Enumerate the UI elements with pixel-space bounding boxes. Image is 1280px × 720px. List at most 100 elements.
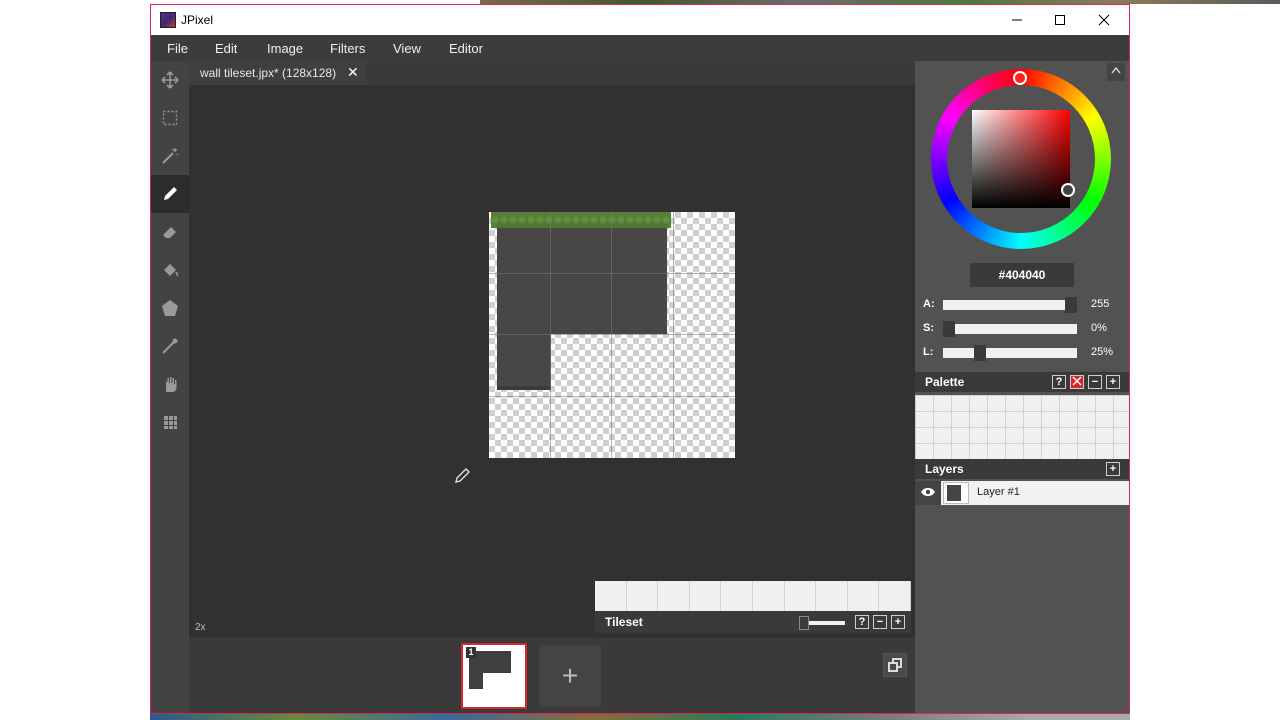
- tile-slot[interactable]: [721, 581, 753, 611]
- alpha-value: 255: [1091, 298, 1110, 310]
- canvas-area[interactable]: 2x Tileset ? − +: [189, 85, 915, 638]
- pencil-icon: [164, 187, 177, 200]
- app-icon: [160, 12, 176, 28]
- saturation-slider[interactable]: [943, 324, 1077, 334]
- document-tab-label: wall tileset.jpx* (128x128): [200, 66, 337, 80]
- alpha-slider-knob[interactable]: [1065, 297, 1077, 313]
- bucket-fill-icon: [164, 264, 179, 277]
- palette-clear-button[interactable]: [1070, 375, 1084, 389]
- color-wheel[interactable]: [931, 69, 1111, 249]
- hex-color-field[interactable]: #404040: [970, 263, 1074, 287]
- menu-file[interactable]: File: [167, 41, 188, 56]
- alpha-label: A:: [923, 298, 935, 310]
- saturation-value-box[interactable]: [972, 110, 1070, 208]
- tileset-remove-button[interactable]: −: [873, 615, 887, 629]
- tile-gridline: [550, 212, 551, 458]
- move-tool[interactable]: [151, 61, 189, 99]
- close-window-button[interactable]: [1081, 5, 1127, 35]
- tileset-help-button[interactable]: ?: [855, 615, 869, 629]
- tileset-label: Tileset: [605, 615, 643, 629]
- pencil-tool[interactable]: [151, 175, 189, 213]
- clear-palette-icon: [1072, 376, 1082, 386]
- close-icon: [1098, 14, 1110, 26]
- saturation-value: 0%: [1091, 322, 1107, 334]
- tile-slot[interactable]: [847, 581, 880, 611]
- eraser-icon: [163, 227, 176, 238]
- menu-image[interactable]: Image: [267, 41, 303, 56]
- palette-header: Palette ? − +: [915, 372, 1129, 392]
- app-window: JPixel File Edit Image Filters View Edit…: [150, 4, 1130, 714]
- add-frame-button[interactable]: +: [539, 645, 601, 707]
- lightness-slider-knob[interactable]: [974, 345, 986, 361]
- eyedropper-tool[interactable]: [151, 327, 189, 365]
- magic-wand-icon: [162, 148, 179, 164]
- menu-filters[interactable]: Filters: [330, 41, 365, 56]
- minimize-button[interactable]: [994, 5, 1040, 35]
- tileset-panel: Tileset ? − +: [595, 581, 911, 633]
- layers-title: Layers: [925, 462, 964, 476]
- lightness-slider[interactable]: [943, 348, 1077, 358]
- image-canvas[interactable]: [489, 212, 735, 458]
- grid-tool[interactable]: [151, 403, 189, 441]
- pencil-cursor-icon: [453, 465, 473, 490]
- tile-slot[interactable]: [689, 581, 722, 611]
- saturation-slider-row: S: 0%: [923, 320, 1129, 338]
- close-tab-icon[interactable]: ✕: [347, 64, 359, 81]
- tile-slot[interactable]: [879, 581, 911, 611]
- palette-swatch-grid[interactable]: [915, 395, 1129, 459]
- tileset-size-slider-knob[interactable]: [799, 616, 809, 630]
- move-icon: [161, 71, 179, 89]
- palette-help-button[interactable]: ?: [1052, 375, 1066, 389]
- minimize-icon: [1012, 19, 1022, 21]
- layer-row[interactable]: Layer #1: [915, 481, 1129, 505]
- color-marker[interactable]: [1061, 183, 1075, 197]
- tile-gridline: [673, 212, 674, 458]
- toggle-frames-button[interactable]: [883, 653, 907, 677]
- menu-view[interactable]: View: [393, 41, 421, 56]
- tile-gridline: [489, 396, 735, 397]
- frame-thumbnail[interactable]: 1: [461, 643, 527, 709]
- saturation-slider-knob[interactable]: [943, 321, 955, 337]
- wall-tile-block: [497, 222, 667, 334]
- shape-icon: [162, 300, 178, 316]
- frames-bar: 1 +: [189, 638, 915, 713]
- document-tab[interactable]: wall tileset.jpx* (128x128) ✕: [189, 61, 367, 85]
- zoom-level: 2x: [195, 622, 206, 633]
- tile-gridline: [611, 212, 612, 458]
- frame-preview: [469, 673, 483, 689]
- hue-marker[interactable]: [1013, 71, 1027, 85]
- select-tool[interactable]: [151, 99, 189, 137]
- palette-title: Palette: [925, 375, 965, 389]
- hand-tool[interactable]: [151, 365, 189, 403]
- layer-visibility-toggle[interactable]: [915, 481, 941, 505]
- palette-remove-button[interactable]: −: [1088, 375, 1102, 389]
- maximize-icon: [1055, 15, 1065, 25]
- magic-wand-tool[interactable]: [151, 137, 189, 175]
- tool-bar: [151, 61, 189, 713]
- tile-slot[interactable]: [658, 581, 690, 611]
- collapse-panel-button[interactable]: [1107, 63, 1125, 81]
- title-bar: JPixel: [151, 5, 1129, 35]
- tile-slot[interactable]: [752, 581, 785, 611]
- menu-edit[interactable]: Edit: [215, 41, 237, 56]
- tileset-strip[interactable]: [595, 581, 911, 611]
- eye-icon: [921, 488, 935, 496]
- palette-add-button[interactable]: +: [1106, 375, 1120, 389]
- add-layer-button[interactable]: +: [1106, 462, 1120, 476]
- tileset-add-button[interactable]: +: [891, 615, 905, 629]
- tile-slot[interactable]: [626, 581, 659, 611]
- layer-name: Layer #1: [977, 486, 1020, 498]
- tile-slot[interactable]: [784, 581, 817, 611]
- tile-slot[interactable]: [816, 581, 848, 611]
- bucket-fill-tool[interactable]: [151, 251, 189, 289]
- maximize-button[interactable]: [1037, 5, 1083, 35]
- lightness-label: L:: [923, 346, 934, 358]
- window-title: JPixel: [181, 13, 214, 27]
- alpha-slider[interactable]: [943, 300, 1077, 310]
- menu-editor[interactable]: Editor: [449, 41, 483, 56]
- tile-gridline: [489, 273, 735, 274]
- eraser-tool[interactable]: [151, 213, 189, 251]
- shape-tool[interactable]: [151, 289, 189, 327]
- tile-slot[interactable]: [595, 581, 627, 611]
- select-rect-icon: [162, 110, 178, 126]
